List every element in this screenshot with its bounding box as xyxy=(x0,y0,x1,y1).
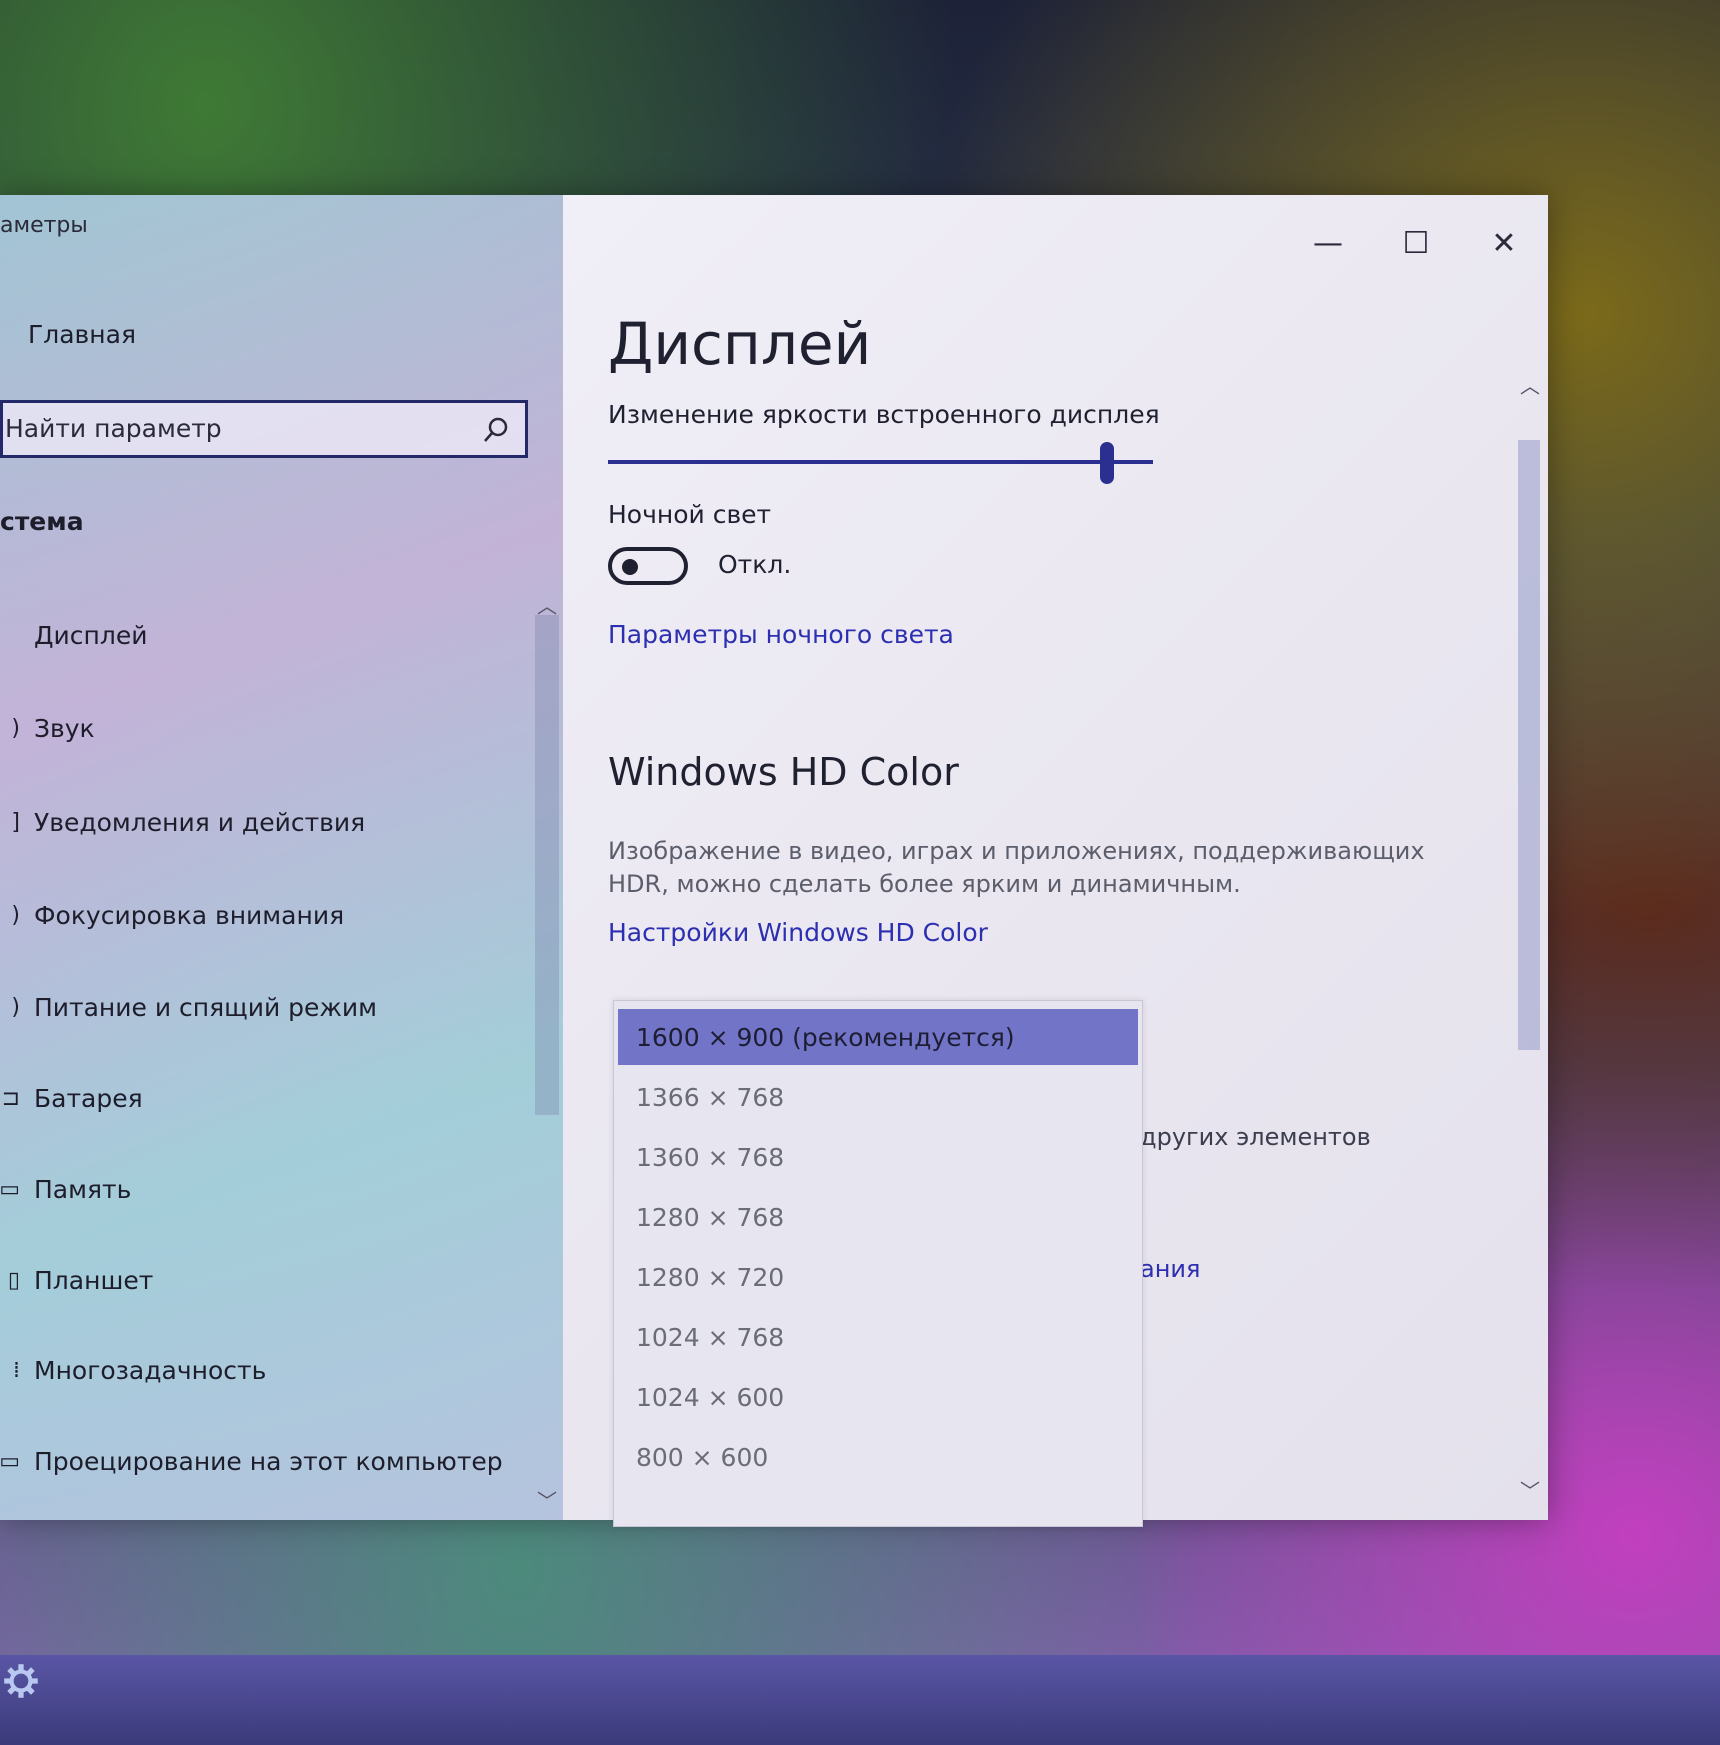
sidebar-item-label: Уведомления и действия xyxy=(34,807,366,837)
display-icon xyxy=(0,622,20,648)
resolution-option[interactable]: 1360 × 768 xyxy=(618,1129,1138,1185)
main-scrollbar[interactable]: ︿ ﹀ xyxy=(1513,370,1543,1505)
sound-icon: ) xyxy=(11,715,20,741)
sidebar-item-power[interactable]: ) Питание и спящий режим xyxy=(0,977,520,1037)
sidebar-item-label: Звук xyxy=(34,713,95,743)
sidebar-item-focus[interactable]: ) Фокусировка внимания xyxy=(0,885,520,945)
sidebar-item-battery[interactable]: ⊐ Батарея xyxy=(0,1068,520,1128)
app-title: аметры xyxy=(0,213,88,238)
scrollbar-thumb[interactable] xyxy=(535,615,559,1115)
multitasking-icon: ⁞ xyxy=(13,1357,20,1383)
home-link[interactable]: Главная xyxy=(28,320,136,349)
page-title: Дисплей xyxy=(608,310,872,378)
main-content: — ☐ ✕ Дисплей Изменение яркости встроенн… xyxy=(563,195,1548,1527)
scroll-up-icon[interactable]: ︿ xyxy=(1518,370,1542,399)
hd-color-title: Windows HD Color xyxy=(608,750,959,794)
storage-icon: ▭ xyxy=(0,1176,20,1202)
settings-window: аметры Главная стема Дисплей ) Звук ] Ув… xyxy=(0,195,1548,1527)
sidebar-item-projecting[interactable]: ▭ Проецирование на этот компьютер xyxy=(0,1431,520,1491)
sidebar-item-label: Батарея xyxy=(34,1083,143,1113)
resolution-option[interactable]: 1600 × 900 (рекомендуется) xyxy=(618,1009,1138,1065)
scrollbar-thumb[interactable] xyxy=(1518,440,1540,1050)
scroll-down-icon[interactable]: ﹀ xyxy=(535,1485,559,1514)
focus-icon: ) xyxy=(11,902,20,928)
hd-color-settings-link[interactable]: Настройки Windows HD Color xyxy=(608,918,988,947)
toggle-knob xyxy=(622,559,638,575)
brightness-slider-thumb[interactable] xyxy=(1100,442,1114,484)
brightness-slider[interactable] xyxy=(608,460,1153,464)
sidebar-item-notifications[interactable]: ] Уведомления и действия xyxy=(0,792,520,852)
sidebar-item-label: Многозадачность xyxy=(34,1355,267,1385)
hd-color-description: Изображение в видео, играх и приложениях… xyxy=(608,837,1425,898)
power-icon: ) xyxy=(11,994,20,1020)
night-light-toggle[interactable] xyxy=(608,547,688,585)
sidebar-item-label: Планшет xyxy=(34,1265,154,1295)
sidebar-item-storage[interactable]: ▭ Память xyxy=(0,1159,520,1219)
resolution-option[interactable]: 1280 × 720 xyxy=(618,1249,1138,1305)
sidebar-item-label: Проецирование на этот компьютер xyxy=(34,1446,503,1476)
search-box[interactable] xyxy=(0,400,528,458)
night-light-state: Откл. xyxy=(718,550,792,579)
brightness-label: Изменение яркости встроенного дисплея xyxy=(608,400,1160,429)
search-icon[interactable] xyxy=(481,415,511,445)
sidebar-item-tablet[interactable]: ▯ Планшет xyxy=(0,1250,520,1310)
sidebar-item-label: Дисплей xyxy=(34,620,148,650)
sidebar-item-label: Питание и спящий режим xyxy=(34,992,378,1022)
resolution-dropdown[interactable]: 1600 × 900 (рекомендуется) 1366 × 768 13… xyxy=(613,1000,1143,1527)
taskbar xyxy=(0,1655,1720,1745)
night-light-settings-link[interactable]: Параметры ночного света xyxy=(608,620,954,649)
projecting-icon: ▭ xyxy=(0,1448,20,1474)
notifications-icon: ] xyxy=(11,809,20,835)
tablet-icon: ▯ xyxy=(7,1267,20,1293)
night-light-label: Ночной свет xyxy=(608,500,772,529)
minimize-button[interactable]: — xyxy=(1303,223,1353,263)
close-button[interactable]: ✕ xyxy=(1479,223,1529,263)
partially-hidden-link[interactable]: ания xyxy=(1140,1255,1200,1283)
battery-icon: ⊐ xyxy=(1,1085,20,1111)
sidebar-item-label: Память xyxy=(34,1174,132,1204)
resolution-option[interactable]: 1024 × 600 xyxy=(618,1369,1138,1425)
scroll-down-icon[interactable]: ﹀ xyxy=(1518,1475,1542,1504)
partially-hidden-text: других элементов xyxy=(1140,1123,1371,1151)
sidebar-item-multitasking[interactable]: ⁞ Многозадачность xyxy=(0,1340,520,1400)
search-input[interactable] xyxy=(3,413,477,444)
resolution-option[interactable]: 1024 × 768 xyxy=(618,1309,1138,1365)
section-title: стема xyxy=(0,507,84,536)
sidebar: аметры Главная стема Дисплей ) Звук ] Ув… xyxy=(0,195,563,1520)
sidebar-item-display[interactable]: Дисплей xyxy=(0,605,520,665)
sidebar-item-sound[interactable]: ) Звук xyxy=(0,698,520,758)
gear-icon[interactable] xyxy=(0,1660,42,1702)
sidebar-item-label: Фокусировка внимания xyxy=(34,900,345,930)
maximize-button[interactable]: ☐ xyxy=(1391,223,1441,263)
resolution-option[interactable]: 1280 × 768 xyxy=(618,1189,1138,1245)
resolution-option[interactable]: 800 × 600 xyxy=(618,1429,1138,1485)
sidebar-scrollbar[interactable]: ︿ ﹀ xyxy=(535,590,559,1513)
resolution-option[interactable]: 1366 × 768 xyxy=(618,1069,1138,1125)
